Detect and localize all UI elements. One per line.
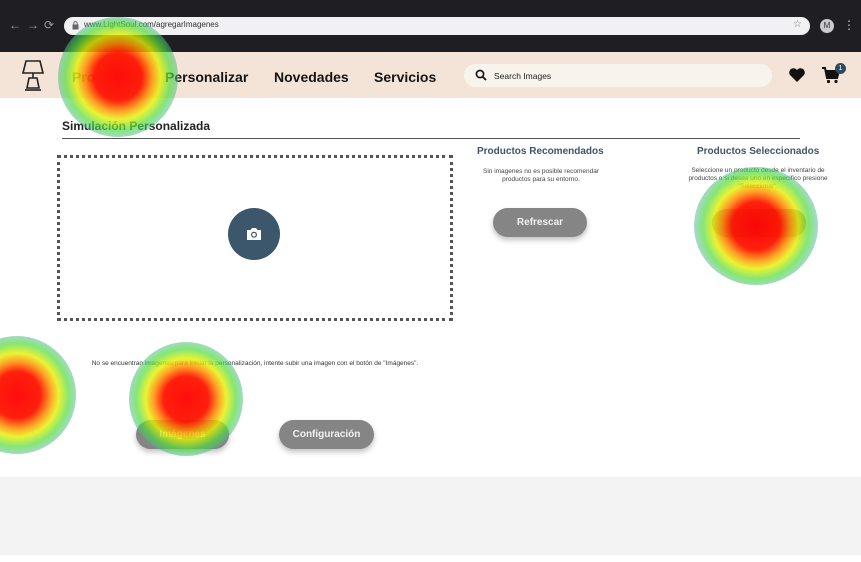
search-bar [464, 64, 772, 87]
lock-icon [72, 21, 79, 30]
title-divider [62, 138, 800, 139]
refresh-button[interactable]: Refrescar [493, 208, 587, 237]
reload-icon[interactable]: ⟳ [44, 18, 54, 32]
selected-text: Seleccione un producto desde el inventar… [688, 167, 828, 190]
bookmark-star-icon[interactable]: ☆ [793, 19, 802, 30]
browser-toolbar: ← → ⟳ www.LightSoul.com/agregarImagenes … [0, 0, 861, 52]
select-button[interactable] [712, 209, 806, 237]
address-bar[interactable]: www.LightSoul.com/agregarImagenes ☆ [64, 17, 810, 35]
page-title: Simulación Personalizada [62, 119, 211, 133]
browser-menu-icon[interactable]: ⋮ [843, 18, 855, 32]
nav-novedades[interactable]: Novedades [274, 69, 349, 85]
lamp-logo-icon[interactable] [20, 59, 46, 91]
back-icon[interactable]: ← [9, 18, 21, 32]
configuration-button[interactable]: Configuración [279, 420, 374, 449]
camera-icon [247, 228, 261, 240]
no-images-message: No se encuentran imagenes para iniciar l… [91, 360, 419, 367]
footer [0, 477, 861, 555]
recommended-text: Sin imagenes no es posible recomendar pr… [483, 168, 599, 183]
camera-button[interactable] [228, 208, 280, 260]
cart-count-badge: 1 [835, 63, 846, 74]
images-button[interactable]: Imágenes [136, 420, 229, 449]
heart-icon[interactable] [788, 67, 806, 83]
nav-personalizar[interactable]: Personalizar [165, 69, 248, 85]
search-input[interactable] [494, 67, 754, 84]
site-header: Pro Personalizar Novedades Servicios 1 [0, 52, 861, 98]
forward-icon[interactable]: → [27, 18, 39, 32]
nav-productos[interactable]: Pro [72, 69, 95, 85]
recommended-title: Productos Recomendados [477, 146, 604, 157]
search-icon [475, 69, 487, 81]
profile-avatar[interactable]: M [820, 19, 834, 33]
selected-title: Productos Seleccionados [697, 146, 820, 157]
heatmap-spot [0, 336, 76, 454]
url-text: www.LightSoul.com/agregarImagenes [84, 20, 219, 29]
nav-servicios[interactable]: Servicios [374, 69, 436, 85]
